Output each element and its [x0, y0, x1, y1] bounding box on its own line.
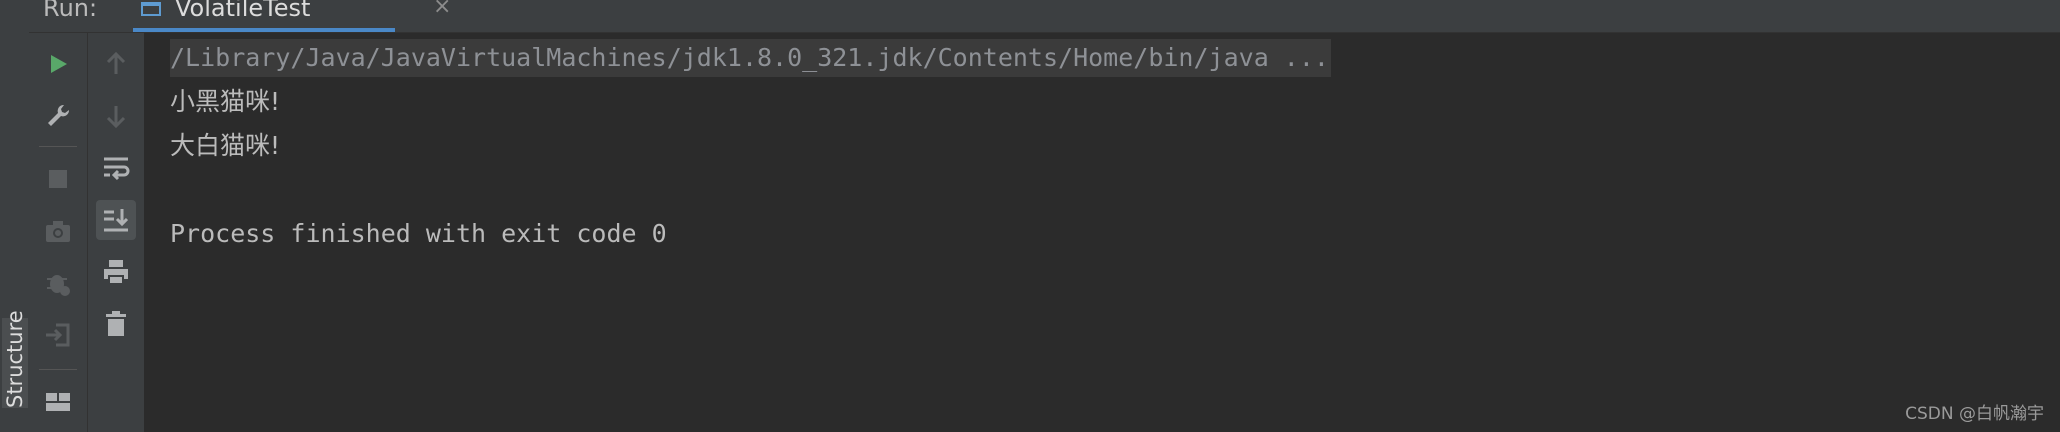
rerun-button[interactable]: [38, 44, 78, 84]
restore-layout-button[interactable]: [38, 315, 78, 355]
run-primary-toolbar: [29, 33, 88, 432]
structure-side-strip: Structure: [0, 0, 30, 432]
watermark: CSDN @白帆瀚宇: [1905, 404, 2044, 424]
process-exit-message: Process finished with exit code 0: [170, 219, 667, 248]
up-stack-button[interactable]: [96, 44, 136, 84]
console-tab-icon: [141, 2, 161, 16]
wrench-icon: [48, 104, 70, 126]
arrow-up-icon: [106, 51, 126, 74]
command-line[interactable]: /Library/Java/JavaVirtualMachines/jdk1.8…: [170, 39, 1331, 77]
layout-icon: [46, 393, 70, 411]
debug-settings-button[interactable]: [38, 263, 78, 303]
print-button[interactable]: [96, 252, 136, 292]
camera-icon: [46, 221, 70, 242]
stop-button[interactable]: [38, 159, 78, 199]
soft-wrap-icon: [104, 157, 130, 181]
scroll-to-end-button[interactable]: [96, 200, 136, 240]
structure-tool-tab[interactable]: Structure: [2, 310, 28, 408]
scroll-to-end-icon: [104, 209, 129, 232]
arrow-down-icon: [106, 106, 126, 129]
console-toolbar: [88, 33, 145, 432]
debug-icon: [47, 275, 70, 296]
close-icon[interactable]: ×: [433, 0, 451, 19]
down-stack-button[interactable]: [96, 96, 136, 136]
run-tool-window-header: Run: VolatileTest ×: [29, 0, 2060, 33]
login-icon: [46, 323, 70, 347]
console-output-line: 大白猫咪!: [170, 131, 281, 160]
trash-icon: [106, 311, 126, 336]
settings-button[interactable]: [38, 96, 78, 136]
run-tab-volatiletest[interactable]: VolatileTest ×: [133, 0, 451, 32]
print-icon: [104, 260, 128, 285]
run-tab-title: VolatileTest: [175, 0, 311, 22]
soft-wrap-button[interactable]: [96, 148, 136, 188]
run-icon: [51, 55, 67, 73]
console-output-line: 小黑猫咪!: [170, 87, 281, 116]
stop-icon: [49, 170, 67, 188]
console-output[interactable]: /Library/Java/JavaVirtualMachines/jdk1.8…: [145, 33, 2060, 432]
dump-threads-button[interactable]: [38, 211, 78, 251]
clear-all-button[interactable]: [96, 304, 136, 344]
layout-button[interactable]: [38, 382, 78, 422]
run-label: Run:: [43, 0, 98, 22]
